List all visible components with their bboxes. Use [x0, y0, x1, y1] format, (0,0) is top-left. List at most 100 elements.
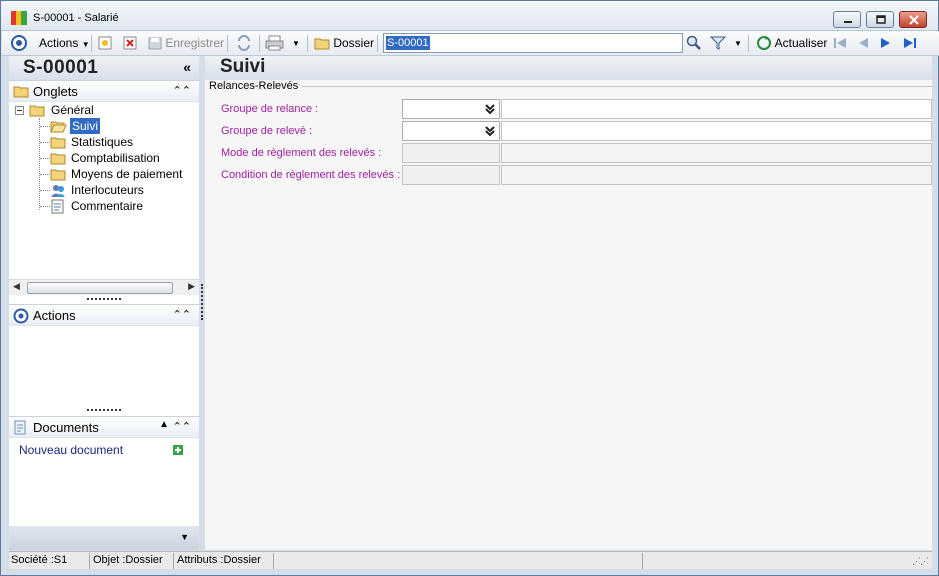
close-icon [909, 15, 919, 25]
tree-item-label: Commentaire [71, 199, 144, 213]
tree-item-label: Moyens de paiement [71, 167, 183, 181]
app-icon [11, 10, 27, 26]
documents-section-header[interactable]: Documents ▲ ⌃⌃ [9, 416, 199, 438]
status-objet: Objet :Dossier [93, 554, 163, 566]
print-dropdown-icon[interactable]: ▼ [292, 34, 300, 53]
contacts-icon [51, 185, 65, 197]
new-record-icon[interactable] [98, 36, 112, 55]
page-title: Suivi [220, 56, 266, 77]
filter-dropdown-icon[interactable]: ▼ [734, 34, 742, 53]
title-bar: S-00001 - Salarié [1, 1, 938, 31]
collapse-panel-icon[interactable]: « [183, 59, 191, 75]
folder-icon [50, 137, 66, 149]
add-icon[interactable] [173, 445, 183, 455]
splitter-grip[interactable] [87, 409, 121, 412]
record-code: S-00001 [23, 57, 99, 78]
maximize-icon [876, 15, 886, 24]
tree-horizontal-scrollbar[interactable]: ◀ ▶ [9, 279, 199, 295]
dropdown-icon[interactable] [483, 102, 497, 116]
tabs-section-header[interactable]: Onglets ⌃⌃ [9, 80, 199, 102]
first-record-icon[interactable] [832, 36, 848, 55]
sort-up-icon[interactable]: ▲ [159, 419, 169, 430]
main-header: Suivi [205, 56, 932, 80]
folder-icon [50, 169, 66, 181]
status-societe: Société :S1 [11, 554, 68, 566]
previous-record-icon[interactable] [856, 36, 870, 55]
print-icon[interactable] [265, 35, 285, 54]
folder-icon [13, 86, 29, 98]
group-title: Relances-Relevés [209, 80, 303, 92]
collapse-section-icon[interactable]: ⌃⌃ [173, 308, 191, 321]
search-icon[interactable] [686, 35, 702, 54]
field-label-groupe-relance: Groupe de relance : [221, 103, 319, 115]
dossier-label: Dossier [333, 36, 375, 50]
documents-section-label: Documents [33, 420, 99, 435]
condition-reglement-description [501, 165, 932, 185]
group-divider [301, 86, 932, 87]
search-input[interactable]: S-00001 [383, 33, 683, 53]
close-button[interactable] [899, 11, 927, 28]
groupe-relance-select[interactable] [402, 99, 500, 119]
groupe-releve-description [501, 121, 932, 141]
refresh-label: Actualiser [774, 36, 828, 50]
minimize-button[interactable] [833, 11, 861, 28]
tree-item-label: Comptabilisation [71, 151, 160, 165]
tree-item-label: Suivi [70, 118, 101, 134]
refresh-button[interactable]: Actualiser [756, 34, 827, 53]
record-header: S-00001 « [9, 56, 199, 80]
delete-icon[interactable] [123, 36, 137, 55]
tree-root-label: Général [51, 103, 94, 117]
dossier-button[interactable]: Dossier [314, 34, 374, 53]
tree-collapse-icon[interactable] [15, 106, 24, 115]
actions-target-icon[interactable] [11, 35, 27, 54]
left-panel-footer: ▼ [9, 526, 199, 550]
minimize-icon [844, 21, 852, 23]
field-label-condition-reglement: Condition de règlement des relevés : [221, 169, 401, 181]
toolbar: Actions ▼ Enregistrer ▼ Dossier S-00001 … [2, 31, 939, 56]
tabs-section-label: Onglets [33, 84, 78, 99]
scrollbar-thumb[interactable] [27, 282, 173, 294]
filter-icon[interactable] [710, 35, 726, 54]
tabs-tree: Général Suivi Statistiques Comptabilisat… [9, 102, 199, 278]
condition-reglement-field [402, 165, 500, 185]
dropdown-icon[interactable] [483, 124, 497, 138]
actions-target-icon [13, 308, 29, 324]
tree-item-label: Statistiques [71, 135, 134, 149]
scroll-right-icon[interactable]: ▶ [188, 281, 195, 292]
last-record-icon[interactable] [902, 36, 918, 55]
actions-section-label: Actions [33, 308, 76, 323]
main-content: Suivi Relances-Relevés Groupe de relance… [205, 56, 932, 550]
field-label-mode-reglement: Mode de règlement des relevés : [221, 147, 382, 159]
resize-grip-icon[interactable]: ⋰⋰ [912, 556, 929, 567]
next-record-icon[interactable] [879, 36, 893, 55]
field-label-groupe-releve: Groupe de relevé : [221, 125, 313, 137]
refresh-icon [757, 36, 771, 50]
vertical-splitter-grip[interactable] [201, 284, 203, 320]
left-panel: S-00001 « Onglets ⌃⌃ Général Suivi Stati… [9, 56, 199, 550]
status-bar: Société :S1 Objet :Dossier Attributs :Do… [9, 551, 932, 569]
window-title: S-00001 - Salarié [33, 12, 119, 24]
mode-reglement-description [501, 143, 932, 163]
actions-section-header[interactable]: Actions ⌃⌃ [9, 304, 199, 326]
new-document-link[interactable]: Nouveau document [19, 443, 123, 457]
document-icon [14, 420, 26, 435]
save-button[interactable]: Enregistrer [148, 34, 224, 53]
folder-icon [29, 105, 45, 117]
maximize-button[interactable] [866, 11, 894, 28]
actions-menu-label: Actions [39, 36, 79, 50]
status-attributs: Attributs :Dossier [177, 554, 261, 566]
tree-item-label: Interlocuteurs [71, 183, 144, 197]
splitter-grip[interactable] [87, 298, 121, 301]
chevron-down-icon[interactable]: ▼ [180, 532, 189, 542]
collapse-section-icon[interactable]: ⌃⌃ [173, 420, 191, 433]
actions-menu-button[interactable]: Actions ▼ [39, 34, 90, 53]
folder-icon [50, 153, 66, 165]
open-folder-icon [50, 121, 67, 133]
collapse-section-icon[interactable]: ⌃⌃ [173, 84, 191, 97]
save-label: Enregistrer [165, 36, 225, 50]
groupe-releve-select[interactable] [402, 121, 500, 141]
scroll-left-icon[interactable]: ◀ [13, 281, 20, 292]
folder-icon [314, 38, 330, 50]
sync-icon[interactable] [236, 35, 252, 54]
groupe-relance-description [501, 99, 932, 119]
